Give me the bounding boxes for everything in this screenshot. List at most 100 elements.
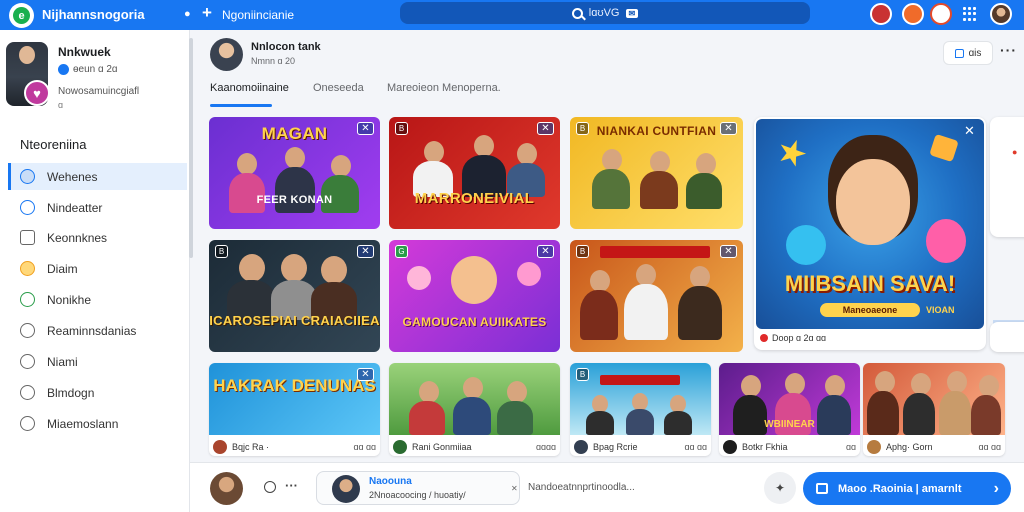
composer-input[interactable]: Nandoeatnnprtinoodla...: [528, 482, 635, 493]
search-text: lɑʊVG: [588, 7, 620, 19]
creator-name[interactable]: Bqjc Ra ·: [232, 442, 269, 452]
message-button-label: ɑis: [968, 47, 982, 59]
card-thumbnail: WBIINEAR: [719, 363, 860, 435]
nav-bookmark-icon: [20, 385, 35, 400]
video-card[interactable]: MAGAN FEER KONAN ✕: [209, 117, 380, 229]
badge-icon: B: [395, 122, 408, 135]
plus-icon[interactable]: +: [202, 3, 212, 23]
close-icon[interactable]: ✕: [961, 123, 978, 138]
create-link[interactable]: Ngoniincianie: [222, 8, 294, 22]
sidebar-item-0[interactable]: Wehenes: [8, 163, 187, 190]
more-dots-icon[interactable]: ···: [285, 478, 298, 493]
tab-0[interactable]: Kaanomoiinaine: [210, 82, 289, 94]
close-icon[interactable]: ✕: [357, 368, 374, 381]
emoji-button[interactable]: ✦: [764, 472, 796, 504]
profile-meta: ɵeun ɑ 2ɑ: [58, 64, 118, 75]
video-card[interactable]: MARRONEIVIAL B ✕: [389, 117, 560, 229]
video-card[interactable]: B ✕: [570, 240, 743, 352]
sidebar-item-6[interactable]: Niami: [8, 348, 187, 375]
nav-list-icon: [20, 230, 35, 245]
side-panel-peek[interactable]: ●: [990, 117, 1024, 237]
close-icon[interactable]: ✕: [357, 122, 374, 135]
sidebar-item-8[interactable]: Miaemoslann: [8, 410, 187, 437]
message-avatar: [332, 475, 360, 503]
featured-footer: Doop ɑ 2ɑ ɑɑ: [760, 333, 826, 343]
sidebar-item-7[interactable]: Blmdogn: [8, 379, 187, 406]
sidebar-item-5[interactable]: Reaminnsdanias: [8, 317, 187, 344]
logo-mark-icon: e: [13, 7, 30, 24]
close-icon[interactable]: ✕: [720, 122, 737, 135]
nav-home-icon: [20, 169, 35, 184]
sidebar-item-1[interactable]: Nindeatter: [8, 194, 187, 221]
more-options-icon[interactable]: ···: [1000, 42, 1017, 58]
creator-name[interactable]: Rani Gonmiiaa: [412, 442, 472, 452]
message-preview[interactable]: Naoouna 2Nnoacoocing / huoatiy/ ✕: [316, 471, 520, 505]
profile-name[interactable]: Nnkwuek: [58, 45, 111, 59]
account-avatar[interactable]: [990, 3, 1012, 25]
featured-video-card[interactable]: MIIBSAIN SAVA! Maneoaeone VIOAN ✕ Doop ɑ…: [754, 117, 986, 350]
page-avatar[interactable]: [210, 38, 243, 71]
creator-avatar[interactable]: [213, 440, 227, 454]
video-card[interactable]: GAMOUCAN AUIIKATES G ✕: [389, 240, 560, 352]
sidebar-item-3[interactable]: Diaim: [8, 255, 187, 282]
app-title: Nijhannsnogoria: [42, 7, 145, 22]
badge-icon: G: [395, 245, 408, 258]
creator-name[interactable]: Bpag Rcrie: [593, 442, 638, 452]
apps-grid-icon[interactable]: [963, 7, 977, 21]
sidebar-item-label: Niami: [47, 354, 78, 369]
close-icon[interactable]: ✕: [537, 122, 554, 135]
tab-1[interactable]: Oneseeda: [313, 82, 364, 94]
primary-action-button[interactable]: Maoo .Raoinia | amarnlt ›: [803, 472, 1011, 505]
card-thumbnail: [863, 363, 1005, 435]
sidebar-item-4[interactable]: Nonikhe: [8, 286, 187, 313]
tab-2[interactable]: Mareoieon Menoperna.: [387, 82, 501, 94]
card-thumbnail: HAKRAK DENUNAS ✕: [209, 363, 380, 435]
nav-help-icon: [20, 416, 35, 431]
app-logo[interactable]: e: [9, 3, 34, 28]
creator-avatar[interactable]: [574, 440, 588, 454]
creator-avatar[interactable]: [393, 440, 407, 454]
video-card-captioned[interactable]: WBIINEAR Botkr Fkhia ɑɑ: [719, 363, 860, 456]
side-panel-peek-2[interactable]: [990, 322, 1024, 352]
creator-name[interactable]: Aphg· Gorn: [886, 442, 933, 452]
close-icon[interactable]: ✕: [720, 245, 737, 258]
sidebar-section-title: Nteoreniina: [20, 137, 87, 152]
card-caption: Aphg· Gorn ɑɑ ɑɑ: [863, 439, 1005, 455]
creator-name[interactable]: Botkr Fkhia: [742, 442, 788, 452]
messenger-icon[interactable]: [930, 3, 952, 25]
card-thumbnail: [389, 363, 560, 435]
video-card-captioned[interactable]: Aphg· Gorn ɑɑ ɑɑ: [863, 363, 1005, 456]
card-title: GAMOUCAN AUIIKATES: [402, 315, 547, 329]
creator-avatar[interactable]: [867, 440, 881, 454]
video-card-captioned[interactable]: B Bpag Rcrie ɑɑ ɑɑ: [570, 363, 711, 456]
video-card[interactable]: ICAROSEPIAI CRAIACIIEA B ✕: [209, 240, 380, 352]
view-count: ɑɑ: [845, 442, 856, 452]
card-title: NIANKAI CUNTFIAN: [596, 124, 717, 138]
video-card-captioned[interactable]: Rani Gonmiiaa ɑɑɑɑ: [389, 363, 560, 456]
video-card-captioned[interactable]: HAKRAK DENUNAS ✕ Bqjc Ra · ɑɑ ɑɑ: [209, 363, 380, 456]
user-avatar[interactable]: [210, 472, 243, 505]
heart-badge-icon: ♥: [24, 80, 50, 106]
video-card[interactable]: NIANKAI CUNTFIAN B ✕: [570, 117, 743, 229]
top-bar: e Nijhannsnogoria ● + Ngoniincianie lɑʊV…: [0, 0, 1024, 30]
close-icon[interactable]: ✕: [537, 245, 554, 258]
message-button[interactable]: ɑis: [943, 41, 993, 65]
chat-bubble-icon[interactable]: [264, 481, 276, 493]
live-indicator-icon: [760, 334, 768, 342]
sidebar-item-2[interactable]: Keonnknes: [8, 224, 187, 251]
sidebar-scrollbar[interactable]: [189, 38, 193, 258]
badge-icon: B: [215, 245, 228, 258]
heart-icon: ●: [1012, 147, 1018, 157]
page-name[interactable]: Nnlocon tank: [251, 41, 321, 53]
close-icon[interactable]: ✕: [511, 484, 518, 493]
search-bar[interactable]: lɑʊVG ✉: [400, 2, 810, 24]
profile-bio-line2: ɑ: [58, 100, 64, 110]
close-icon[interactable]: ✕: [357, 245, 374, 258]
notification-avatar-icon[interactable]: [870, 3, 892, 25]
card-title: ICAROSEPIAI CRAIACIIEA: [209, 313, 380, 328]
creator-avatar[interactable]: [723, 440, 737, 454]
view-count: ɑɑ ɑɑ: [684, 442, 707, 452]
sidebar-item-label: Diaim: [47, 261, 78, 276]
alerts-icon[interactable]: [902, 3, 924, 25]
status-dot-icon: ●: [184, 8, 191, 20]
